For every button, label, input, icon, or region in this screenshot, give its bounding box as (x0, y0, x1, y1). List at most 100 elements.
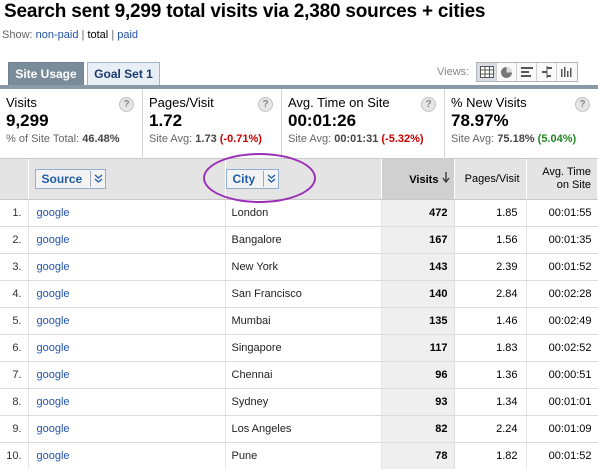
avg-time-column-header[interactable]: Avg. Time on Site (526, 159, 598, 200)
table-row: 9. google Los Angeles 82 2.24 00:01:09 (0, 415, 598, 443)
source-header: Source (28, 159, 226, 200)
metric-sub-label: % of Site Total: (6, 133, 80, 145)
visits-header-label: Visits (409, 173, 439, 186)
pages-per-visit-cell: 1.34 (454, 388, 527, 416)
views-label: Views: (437, 66, 470, 78)
source-link[interactable]: google (28, 280, 226, 308)
visits-cell: 140 (381, 280, 455, 308)
tab-site-usage[interactable]: Site Usage (8, 62, 84, 86)
visits-cell: 78 (381, 442, 455, 469)
table-row: 3. google New York 143 2.39 00:01:52 (0, 253, 598, 281)
table-row: 5. google Mumbai 135 1.46 00:02:49 (0, 307, 598, 335)
pages-per-visit-cell: 1.82 (454, 442, 527, 469)
avg-time-cell: 00:02:52 (526, 334, 598, 362)
help-icon[interactable]: ? (119, 97, 134, 112)
source-link[interactable]: google (28, 226, 226, 254)
visits-cell: 143 (381, 253, 455, 281)
metric-change: (5.04%) (537, 133, 577, 145)
help-icon[interactable]: ? (258, 97, 273, 112)
row-index: 5. (0, 307, 29, 335)
pages-per-visit-cell: 1.85 (454, 199, 527, 227)
pages-per-visit-cell: 2.39 (454, 253, 527, 281)
filter-total-current: total (87, 29, 109, 41)
metric-subtext: Site Avg: 00:01:31 (-5.32%) (288, 133, 444, 145)
source-link[interactable]: google (28, 334, 226, 362)
source-link[interactable]: google (28, 199, 226, 227)
table-row: 8. google Sydney 93 1.34 00:01:01 (0, 388, 598, 416)
pages-per-visit-cell: 1.46 (454, 307, 527, 335)
source-link[interactable]: google (28, 307, 226, 335)
page-title: Search sent 9,299 total visits via 2,380… (4, 1, 486, 22)
table-row: 1. google London 472 1.85 00:01:55 (0, 199, 598, 227)
city-cell: London (225, 199, 382, 227)
row-index: 7. (0, 361, 29, 389)
metric-sub-value: 75.18% (497, 133, 535, 145)
metric-sub-label: Site Avg: (451, 133, 495, 145)
source-link[interactable]: google (28, 415, 226, 443)
metric-new-visits: % New Visits 78.97% Site Avg: 75.18% (5.… (445, 89, 598, 159)
visits-cell: 472 (381, 199, 455, 227)
metric-subtext: % of Site Total: 46.48% (6, 133, 142, 145)
show-label: Show: (2, 29, 33, 41)
table-row: 6. google Singapore 117 1.83 00:02:52 (0, 334, 598, 362)
metric-value: 78.97% (451, 111, 509, 130)
pivot-view-icon[interactable] (557, 63, 577, 81)
view-switcher (476, 62, 578, 82)
pages-per-visit-cell: 1.56 (454, 226, 527, 254)
filter-separator: | (111, 29, 115, 41)
chevron-down-icon (90, 170, 105, 187)
pages-per-visit-cell: 1.36 (454, 361, 527, 389)
city-cell: Chennai (225, 361, 382, 389)
metric-sub-label: Site Avg: (288, 133, 332, 145)
metric-subtext: Site Avg: 75.18% (5.04%) (451, 133, 598, 145)
metric-pages-per-visit: Pages/Visit 1.72 Site Avg: 1.73 (-0.71%)… (143, 89, 282, 159)
metric-value: 1.72 (149, 111, 183, 130)
source-link[interactable]: google (28, 442, 226, 469)
pages-per-visit-cell: 2.24 (454, 415, 527, 443)
avg-time-cell: 00:02:49 (526, 307, 598, 335)
city-cell: Los Angeles (225, 415, 382, 443)
help-icon[interactable]: ? (575, 97, 590, 112)
source-link[interactable]: google (28, 253, 226, 281)
city-cell: Bangalore (225, 226, 382, 254)
city-cell: Singapore (225, 334, 382, 362)
highlight-circle-annotation (203, 153, 316, 203)
index-header (0, 159, 29, 200)
filter-non-paid-link[interactable]: non-paid (36, 29, 79, 41)
source-dimension-selector[interactable]: Source (34, 168, 107, 189)
table-view-icon[interactable] (477, 63, 497, 81)
metric-visits: Visits 9,299 % of Site Total: 46.48% ? (0, 89, 143, 159)
row-index: 2. (0, 226, 29, 254)
row-index: 9. (0, 415, 29, 443)
pie-view-icon[interactable] (497, 63, 517, 81)
metric-sub-value: 1.73 (195, 133, 217, 145)
source-link[interactable]: google (28, 388, 226, 416)
avg-time-cell: 00:01:52 (526, 442, 598, 469)
pages-per-visit-column-header[interactable]: Pages/Visit (454, 159, 527, 200)
help-icon[interactable]: ? (421, 97, 436, 112)
table-row: 2. google Bangalore 167 1.56 00:01:35 (0, 226, 598, 254)
metric-sub-value: 46.48% (82, 133, 120, 145)
avg-time-cell: 00:01:52 (526, 253, 598, 281)
city-cell: New York (225, 253, 382, 281)
metric-avg-time: Avg. Time on Site 00:01:26 Site Avg: 00:… (282, 89, 445, 159)
table-row: 4. google San Francisco 140 2.84 00:02:28 (0, 280, 598, 308)
metric-sub-value: 00:01:31 (334, 133, 379, 145)
tab-goal-set-1[interactable]: Goal Set 1 (87, 62, 160, 86)
source-dimension-label: Source (41, 171, 83, 186)
visits-column-header[interactable]: Visits (381, 159, 455, 200)
avg-time-cell: 00:01:01 (526, 388, 598, 416)
city-cell: Mumbai (225, 307, 382, 335)
source-link[interactable]: google (28, 361, 226, 389)
summary-scorecard: Visits 9,299 % of Site Total: 46.48% ? P… (0, 89, 598, 159)
avg-time-cell: 00:01:09 (526, 415, 598, 443)
city-cell: Pune (225, 442, 382, 469)
row-index: 6. (0, 334, 29, 362)
comparison-view-icon[interactable] (537, 63, 557, 81)
filter-paid-link[interactable]: paid (117, 29, 138, 41)
row-index: 4. (0, 280, 29, 308)
sort-descending-icon (441, 171, 450, 186)
row-index: 10. (0, 442, 29, 469)
avg-time-cell: 00:00:51 (526, 361, 598, 389)
performance-view-icon[interactable] (517, 63, 537, 81)
